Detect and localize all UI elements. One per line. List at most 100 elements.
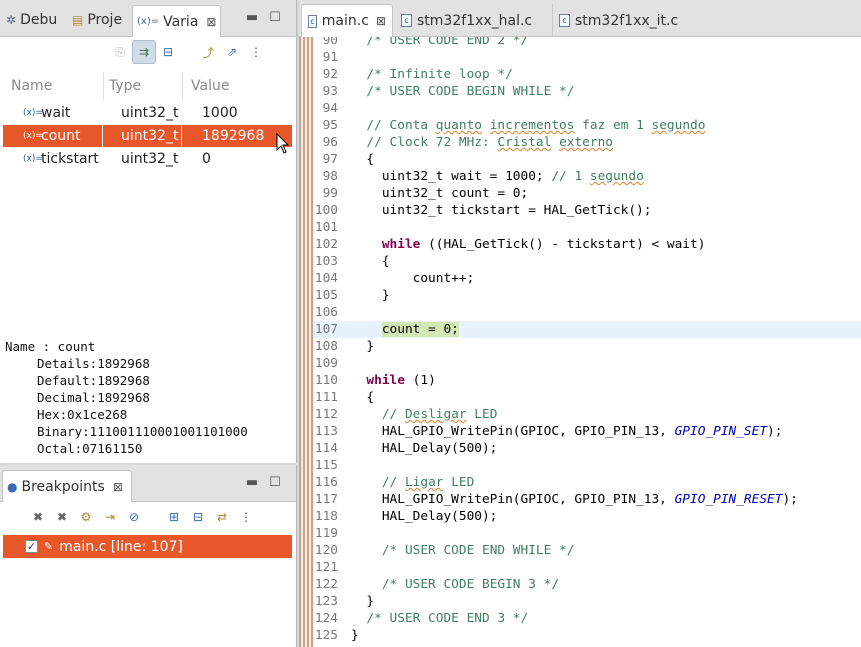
go-to-file-icon[interactable]: ⇥ <box>98 505 122 529</box>
column-name[interactable]: Name <box>11 74 52 98</box>
code-text: } <box>351 339 375 354</box>
code-line[interactable]: 121 <box>314 559 861 576</box>
link-with-debug-view-icon[interactable]: ⇄ <box>210 505 234 529</box>
line-number: 104 <box>314 271 338 286</box>
code-line[interactable]: 103 { <box>314 253 861 270</box>
skip-all-breakpoints-icon[interactable]: ⊘ <box>122 505 146 529</box>
column-divider[interactable] <box>103 72 104 100</box>
line-number: 94 <box>322 101 338 116</box>
tab-main-c[interactable]: c main.c ⊠ <box>301 4 393 37</box>
column-value[interactable]: Value <box>191 74 229 98</box>
column-divider[interactable] <box>182 72 183 100</box>
code-line[interactable]: 123 } <box>314 593 861 610</box>
tab-breakpoints[interactable]: ● Breakpoints ⊠ <box>2 470 132 502</box>
code-line[interactable]: 109 <box>314 355 861 372</box>
code-line[interactable]: 107 count = 0;➡ <box>314 321 861 338</box>
collapse-all-icon[interactable]: ⊟ <box>156 40 180 64</box>
code-line[interactable]: 98 uint32_t wait = 1000; // 1 segundo <box>314 168 861 185</box>
code-line[interactable]: 125} <box>314 627 861 644</box>
tab-stm32f1xx-it-c[interactable]: c stm32f1xx_it.c <box>553 4 703 37</box>
code-line[interactable]: 117 HAL_GPIO_WritePin(GPIOC, GPIO_PIN_13… <box>314 491 861 508</box>
code-line[interactable]: 108 } <box>314 338 861 355</box>
code-text: // Ligar LED <box>381 475 475 490</box>
code-line[interactable]: 105 } <box>314 287 861 304</box>
code-line[interactable]: 119 <box>314 525 861 542</box>
remove-all-breakpoints-icon[interactable]: ✖ <box>50 505 74 529</box>
code-text: /* Infinite loop */ <box>366 67 513 82</box>
column-type[interactable]: Type <box>109 74 141 98</box>
expand-all-icon[interactable]: ⊞ <box>162 505 186 529</box>
code-line[interactable]: 110 while (1) <box>314 372 861 389</box>
close-icon[interactable]: ⊠ <box>206 15 216 29</box>
view-menu-icon[interactable]: ⋮ <box>244 40 268 64</box>
variable-row-tickstart[interactable]: (x)= tickstart uint32_t 0 <box>3 148 292 170</box>
code-line[interactable]: 124 /* USER CODE END 3 */ <box>314 610 861 627</box>
view-menu-icon[interactable]: ⋮ <box>234 505 258 529</box>
show-logical-structure-icon[interactable]: ⇉ <box>132 40 156 64</box>
code-area[interactable]: 90 /* USER CODE END 2 */91 92 /* Infinite… <box>314 37 861 647</box>
code-line[interactable]: 114 HAL_Delay(500); <box>314 440 861 457</box>
line-number: 91 <box>322 50 338 65</box>
collapse-all-icon[interactable]: ⊟ <box>186 505 210 529</box>
breakpoint-gutter[interactable] <box>299 37 314 647</box>
remove-breakpoint-icon[interactable]: ✖ <box>26 505 50 529</box>
minimize-icon[interactable]: ▬ <box>244 475 260 490</box>
variables-view: ✲ Debu ▤ Proje (x)= Varia ⊠ ▬ ☐ ⎘ ⇉ ⊟ ⤴ … <box>0 0 297 463</box>
code-text: { <box>351 390 375 405</box>
close-icon[interactable]: ⊠ <box>113 480 123 494</box>
code-line[interactable]: 120 /* USER CODE END WHILE */ <box>314 542 861 559</box>
code-line[interactable]: 95 // Conta quanto incrementos faz em 1 … <box>314 117 861 134</box>
tab-variables[interactable]: (x)= Varia ⊠ <box>132 5 222 37</box>
tab-project[interactable]: ▤ Proje <box>68 5 126 35</box>
code-line[interactable]: 96 // Clock 72 MHz: Cristal externo <box>314 134 861 151</box>
code-line[interactable]: 101 <box>314 219 861 236</box>
tab-stm32f1xx-hal-c[interactable]: c stm32f1xx_hal.c <box>395 4 553 37</box>
code-line[interactable]: 99 uint32_t count = 0; <box>314 185 861 202</box>
add-global-variables-icon[interactable]: ⤴ <box>196 40 220 64</box>
line-number: 121 <box>314 560 338 575</box>
breakpoints-toolbar: ✖ ✖ ⚙ ⇥ ⊘ ⊞ ⊟ ⇄ ⋮ <box>26 503 258 531</box>
c-file-icon: c <box>308 14 317 28</box>
line-number: 124 <box>314 611 338 626</box>
breakpoint-checkbox[interactable]: ✓ <box>25 540 38 553</box>
show-breakpoints-supported-icon[interactable]: ⚙ <box>74 505 98 529</box>
code-line[interactable]: 113 HAL_GPIO_WritePin(GPIOC, GPIO_PIN_13… <box>314 423 861 440</box>
code-line[interactable]: 94 <box>314 100 861 117</box>
variable-row-wait[interactable]: (x)= wait uint32_t 1000 <box>3 102 292 124</box>
code-line[interactable]: 102 while ((HAL_GetTick() - tickstart) <… <box>314 236 861 253</box>
code-line[interactable]: 112 // Desligar LED <box>314 406 861 423</box>
minimize-icon[interactable]: ▬ <box>244 10 260 25</box>
maximize-icon[interactable]: ☐ <box>267 475 283 490</box>
code-line[interactable]: 97 { <box>314 151 861 168</box>
code-line[interactable]: 90 /* USER CODE END 2 */ <box>314 37 861 49</box>
line-number: 90 <box>322 37 338 48</box>
line-number: 125 <box>314 628 338 643</box>
code-line[interactable]: 111 { <box>314 389 861 406</box>
variable-row-count[interactable]: (x)= count uint32_t 1892968 <box>3 125 292 147</box>
variable-details-pane[interactable]: Name : count Details:1892968 Default:18929… <box>5 338 248 457</box>
mouse-cursor-icon <box>276 133 290 154</box>
tab-debug[interactable]: ✲ Debu <box>2 5 61 35</box>
code-line[interactable]: 104 count++; <box>314 270 861 287</box>
code-text: /* USER CODE BEGIN WHILE */ <box>366 84 575 99</box>
code-line[interactable]: 115 <box>314 457 861 474</box>
code-line[interactable]: 100 uint32_t tickstart = HAL_GetTick(); <box>314 202 861 219</box>
code-line[interactable]: 92 /* Infinite loop */ <box>314 66 861 83</box>
line-number: 110 <box>314 373 338 388</box>
code-line[interactable]: 91 <box>314 49 861 66</box>
line-number: 100 <box>314 203 338 218</box>
code-text: /* USER CODE BEGIN 3 */ <box>381 577 560 592</box>
code-line[interactable]: 106 <box>314 304 861 321</box>
close-icon[interactable]: ⊠ <box>376 14 386 28</box>
code-line[interactable]: 93 /* USER CODE BEGIN WHILE */ <box>314 83 861 100</box>
variables-icon: (x)= <box>137 16 160 27</box>
code-text: } <box>351 594 375 609</box>
line-number: 117 <box>314 492 338 507</box>
maximize-icon[interactable]: ☐ <box>267 10 283 25</box>
code-line[interactable]: 116 // Ligar LED <box>314 474 861 491</box>
add-watch-icon[interactable]: ⇗ <box>220 40 244 64</box>
code-line[interactable]: 118 HAL_Delay(500); <box>314 508 861 525</box>
breakpoint-item[interactable]: ✓ ✎ main.c [line: 107] <box>3 535 292 558</box>
code-line[interactable]: 122 /* USER CODE BEGIN 3 */ <box>314 576 861 593</box>
show-type-names-icon[interactable]: ⎘ <box>108 40 132 64</box>
